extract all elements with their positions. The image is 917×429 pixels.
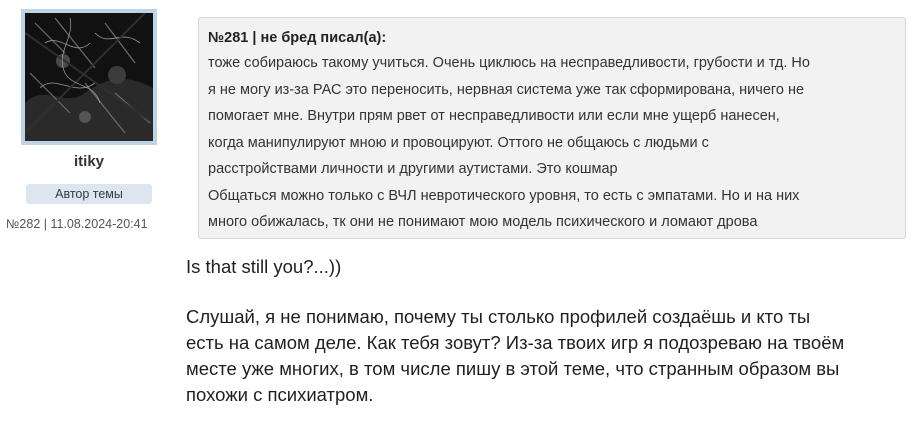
forum-post: itiky Автор темы №282 | 11.08.2024-20:41… [0, 0, 917, 429]
quote-line: тоже собираюсь такому учиться. Очень цик… [208, 55, 810, 71]
author-username[interactable]: itiky [0, 153, 178, 170]
quote-line: расстройствами личности и другими аутист… [208, 161, 618, 177]
quote-header: №281 | не бред писал(а): [208, 30, 387, 46]
post-number-link[interactable]: №282 [6, 217, 40, 231]
post-meta: №282 | 11.08.2024-20:41 [6, 217, 178, 231]
quote-line: помогает мне. Внутри прям рвет от неспра… [208, 108, 780, 124]
message-line: есть на самом деле. Как тебя зовут? Из-з… [186, 332, 845, 353]
meta-separator: | [43, 217, 47, 231]
quote-line: много обижалась, тк они не понимают мою … [208, 214, 758, 230]
quote-line: когда манипулируют мною и провоцируют. О… [208, 134, 709, 151]
quote-line: я не могу из-за РАС это переносить, нерв… [208, 81, 805, 98]
message-first-line: Is that still you?...)) [186, 256, 342, 277]
quote-line: Общаться можно только с ВЧЛ невротическо… [208, 187, 800, 204]
message-line: месте уже многих, в том числе пишу в это… [186, 358, 840, 379]
avatar[interactable] [21, 9, 157, 145]
topic-author-badge: Автор темы [26, 184, 152, 204]
post-datetime: 11.08.2024-20:41 [50, 217, 148, 231]
message-line: похожи с психиатром. [186, 384, 374, 405]
avatar-image [25, 13, 153, 141]
quoted-post: №281 | не бред писал(а): тоже собираюсь … [198, 17, 906, 239]
message-line: Слушай, я не понимаю, почему ты столько … [186, 306, 811, 327]
post-message: Is that still you?...)) Слушай, я не пон… [186, 254, 912, 408]
